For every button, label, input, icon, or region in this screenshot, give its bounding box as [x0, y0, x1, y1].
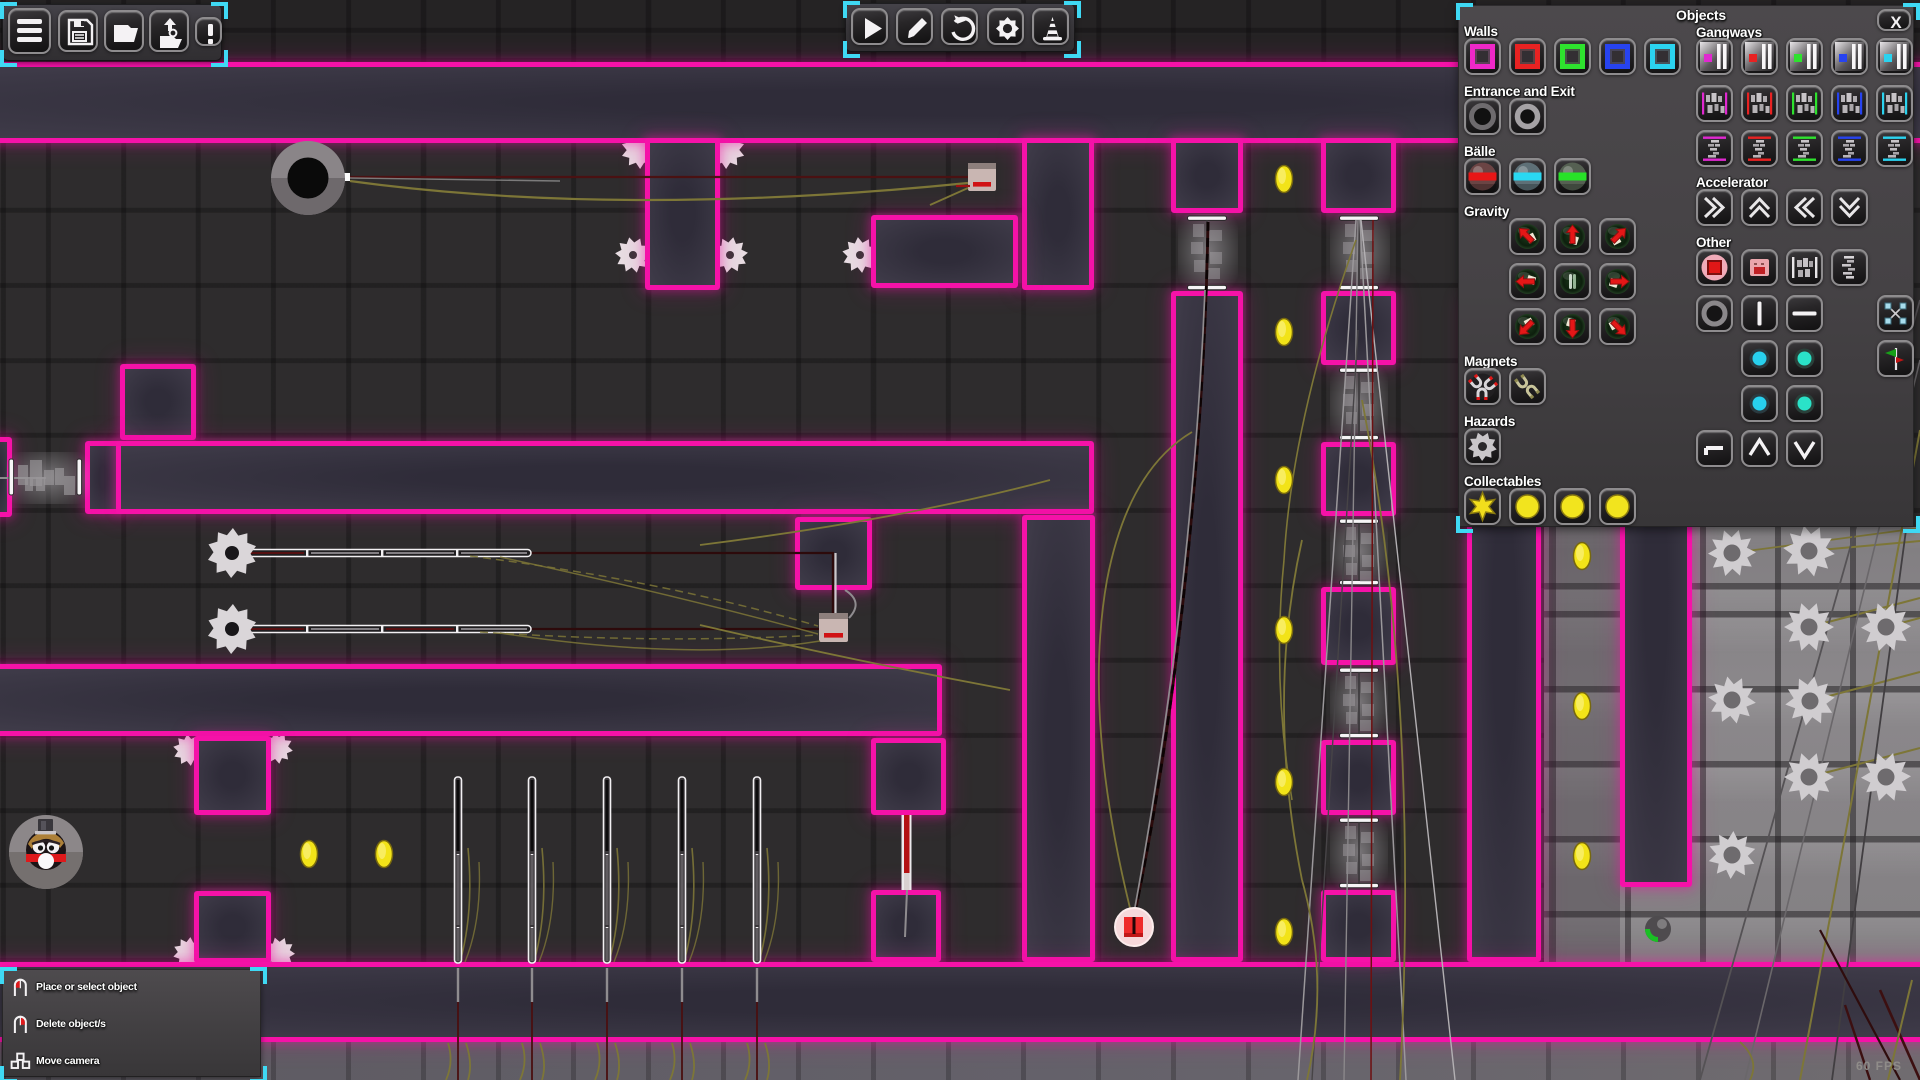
svg-text:X: X: [1890, 13, 1902, 32]
